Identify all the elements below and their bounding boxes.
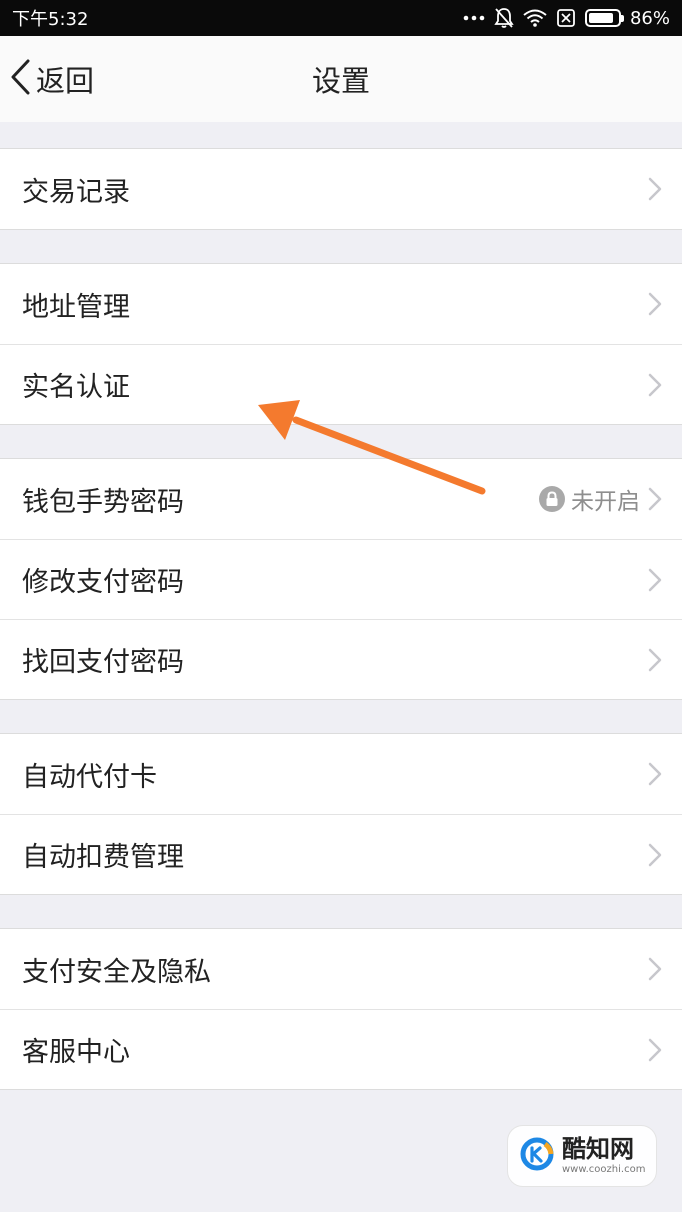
status-bar: 下午5:32 86% [0, 0, 682, 36]
sim-off-icon [556, 8, 576, 28]
settings-group: 交易记录 [0, 148, 682, 230]
watermark-name: 酷知网 [562, 1135, 634, 1163]
back-button[interactable]: 返回 [10, 36, 94, 122]
status-time: 下午5:32 [12, 9, 89, 30]
settings-item-label: 修改支付密码 [22, 567, 184, 598]
settings-item-label: 客服中心 [22, 1037, 130, 1068]
status-text: 未开启 [571, 489, 640, 515]
chevron-right-icon [648, 957, 662, 985]
chevron-right-icon [648, 1038, 662, 1066]
watermark-logo: 酷知网 www.coozhi.com [507, 1125, 657, 1187]
page-title: 设置 [311, 64, 370, 98]
settings-group: 钱包手势密码 未开启 修改支付密码 找回支付密码 [0, 458, 682, 700]
chevron-right-icon [648, 177, 662, 205]
lock-icon [539, 486, 565, 512]
chevron-right-icon [648, 568, 662, 596]
settings-item-recover-payment-password[interactable]: 找回支付密码 [0, 619, 682, 699]
settings-item-label: 交易记录 [22, 176, 130, 208]
watermark-text: 酷知网 www.coozhi.com [562, 1137, 645, 1175]
battery-percent: 86% [629, 7, 670, 29]
chevron-right-icon [648, 762, 662, 790]
settings-item-wallet-gesture-password[interactable]: 钱包手势密码 未开启 [0, 459, 682, 539]
back-label: 返回 [36, 64, 95, 98]
settings-item-label: 支付安全及隐私 [22, 956, 211, 988]
settings-group: 自动代付卡 自动扣费管理 [0, 733, 682, 895]
dots-icon [463, 15, 485, 21]
settings-group: 支付安全及隐私 客服中心 [0, 928, 682, 1090]
chevron-right-icon [648, 648, 662, 676]
settings-item-auto-pay-card[interactable]: 自动代付卡 [0, 734, 682, 814]
nav-bar: 返回 设置 [0, 36, 682, 122]
chevron-left-icon [10, 59, 32, 99]
settings-item-label: 自动扣费管理 [22, 842, 184, 873]
bell-muted-icon [494, 7, 514, 29]
battery-icon [584, 9, 624, 27]
settings-item-label: 自动代付卡 [22, 761, 157, 793]
status-indicator: 未开启 [539, 482, 640, 516]
settings-item-real-name-verification[interactable]: 实名认证 [0, 344, 682, 424]
coozhi-logo-icon [520, 1137, 554, 1175]
chevron-right-icon [648, 373, 662, 401]
settings-item-label: 地址管理 [22, 291, 130, 323]
battery-level [588, 13, 614, 23]
settings-item-auto-debit-management[interactable]: 自动扣费管理 [0, 814, 682, 894]
settings-item-label: 找回支付密码 [22, 647, 184, 678]
chevron-right-icon [648, 292, 662, 320]
settings-item-change-payment-password[interactable]: 修改支付密码 [0, 539, 682, 619]
settings-item-label: 实名认证 [22, 372, 130, 403]
chevron-right-icon [648, 487, 662, 515]
settings-item-customer-service[interactable]: 客服中心 [0, 1009, 682, 1089]
chevron-right-icon [648, 843, 662, 871]
settings-item-payment-security-privacy[interactable]: 支付安全及隐私 [0, 929, 682, 1009]
status-icons: 86% [463, 7, 670, 29]
settings-item-transaction-records[interactable]: 交易记录 [0, 149, 682, 229]
wifi-icon [523, 9, 547, 27]
watermark-url: www.coozhi.com [562, 1164, 646, 1175]
settings-group: 地址管理 实名认证 [0, 263, 682, 425]
settings-item-address-management[interactable]: 地址管理 [0, 264, 682, 344]
settings-item-label: 钱包手势密码 [22, 486, 184, 518]
